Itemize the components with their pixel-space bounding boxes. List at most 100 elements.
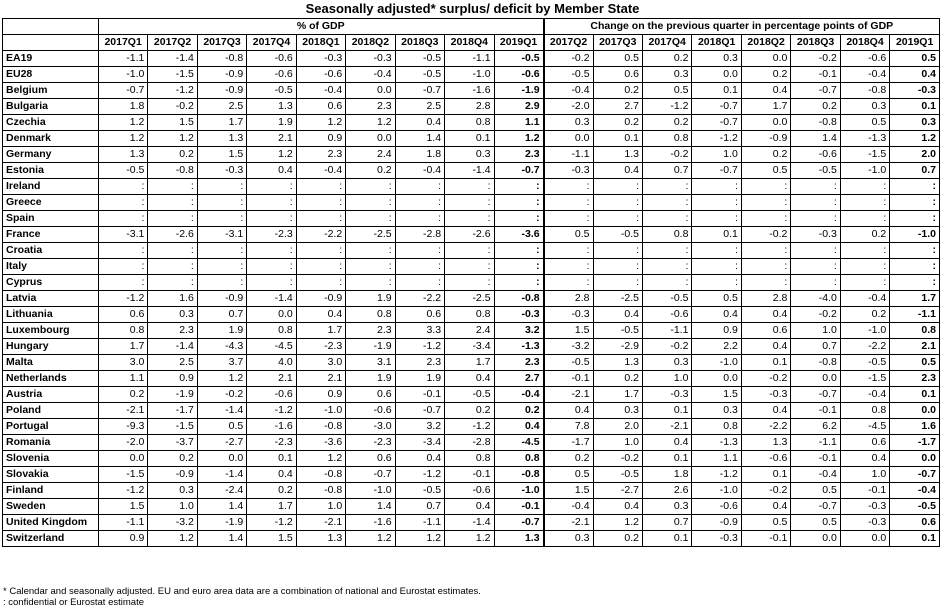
change-cell: 0.5 xyxy=(790,514,841,531)
value-cell: -1.1 xyxy=(97,514,149,531)
change-cell: 0.5 xyxy=(592,50,643,67)
value-cell: -0.8 xyxy=(295,482,347,499)
change-cell: -0.1 xyxy=(790,450,841,467)
value-cell: 0.0 xyxy=(345,82,396,99)
change-cell: 0.3 xyxy=(641,66,693,83)
change-cell: -0.3 xyxy=(839,514,891,531)
change-cell: 0.3 xyxy=(691,50,742,67)
change-cell: 1.7 xyxy=(740,98,792,115)
value-cell: : xyxy=(196,194,248,211)
change-cell: -0.4 xyxy=(839,66,891,83)
value-cell: : xyxy=(295,258,347,275)
change-cell: 0.4 xyxy=(740,338,792,355)
change-cell: : xyxy=(641,210,693,227)
value-cell: : xyxy=(394,258,446,275)
footnote: : confidential or Eurostat estimate xyxy=(3,597,144,608)
country-label: Hungary xyxy=(2,338,99,355)
change-cell: -0.9 xyxy=(691,514,742,531)
value-cell: 0.7 xyxy=(394,498,446,515)
value-cell: -1.2 xyxy=(444,418,495,435)
value-cell: : xyxy=(196,258,248,275)
change-cell: 2.0 xyxy=(592,418,643,435)
table-row: Switzerland 0.9 1.2 1.4 1.5 1.3 1.2 1.2 1.2 1.3 0.… xyxy=(2,530,940,547)
table-row: Romania -2.0 -3.7 -2.7 -2.3 -3.6 -2.3 -3.4 -2.8-… xyxy=(2,434,940,451)
change-cell: 0.7 xyxy=(889,162,940,179)
column-header: 2019Q1 xyxy=(889,34,940,51)
change-cell: 1.5 xyxy=(543,482,594,499)
value-cell: 1.8 xyxy=(394,146,446,163)
change-cell: 2.1 xyxy=(889,338,940,355)
value-cell: 0.3 xyxy=(147,482,198,499)
value-cell: 2.5 xyxy=(394,98,446,115)
value-cell: -1.9 xyxy=(493,82,545,99)
footnotes: * Calendar and seasonally adjusted. EU a… xyxy=(3,586,481,608)
value-cell: -3.4 xyxy=(394,434,446,451)
change-cell: 1.3 xyxy=(592,146,643,163)
value-cell: -0.4 xyxy=(345,66,396,83)
value-cell: 0.6 xyxy=(394,306,446,323)
change-cell: 0.3 xyxy=(641,498,693,515)
value-cell: 2.3 xyxy=(493,146,545,163)
value-cell: -0.3 xyxy=(493,306,545,323)
column-header: 2017Q2 xyxy=(147,34,198,51)
change-cell: 0.1 xyxy=(641,530,693,547)
change-cell: 1.4 xyxy=(790,130,841,147)
table-row: France -3.1 -2.6 -3.1 -2.3 -2.2 -2.5 -2.8 -2.6 -3… xyxy=(2,226,940,243)
value-cell: -1.6 xyxy=(444,82,495,99)
value-cell: 1.2 xyxy=(295,450,347,467)
value-cell: : xyxy=(493,194,545,211)
change-cell: 1.8 xyxy=(641,466,693,483)
value-cell: : xyxy=(97,242,149,259)
value-cell: -2.3 xyxy=(345,434,396,451)
table-row: Germany 1.3 0.2 1.5 1.2 2.3 2.4 1.8 0.3 2.3 -1.1 1.… xyxy=(2,146,940,163)
value-cell: -1.4 xyxy=(147,338,198,355)
value-cell: 1.7 xyxy=(295,322,347,339)
value-cell: 2.4 xyxy=(345,146,396,163)
change-cell: -0.2 xyxy=(592,450,643,467)
value-cell: -4.5 xyxy=(246,338,297,355)
country-label: Sweden xyxy=(2,498,99,515)
value-cell: : xyxy=(97,194,149,211)
value-cell: : xyxy=(493,242,545,259)
value-cell: 2.3 xyxy=(295,146,347,163)
table-row: Portugal -9.3 -1.5 0.5 -1.6 -0.8 -3.0 3.2 -1.2 0.… xyxy=(2,418,940,435)
value-cell: -1.2 xyxy=(246,514,297,531)
change-cell: 0.1 xyxy=(641,402,693,419)
change-cell: 0.0 xyxy=(889,402,940,419)
change-cell: : xyxy=(889,242,940,259)
change-cell: 2.8 xyxy=(543,290,594,307)
change-cell: 2.7 xyxy=(592,98,643,115)
change-cell: -0.5 xyxy=(790,162,841,179)
value-cell: -3.1 xyxy=(196,226,248,243)
value-cell: -1.4 xyxy=(444,162,495,179)
value-cell: 1.9 xyxy=(246,114,297,131)
value-cell: -1.0 xyxy=(97,66,149,83)
change-cell: 0.0 xyxy=(543,130,594,147)
value-cell: -0.7 xyxy=(493,162,545,179)
value-cell: 0.8 xyxy=(444,306,495,323)
column-header-row: 2017Q1 2017Q2 2017Q3 2017Q4 2018Q1 2018Q2 2018… xyxy=(2,34,940,51)
change-cell: 1.5 xyxy=(691,386,742,403)
change-cell: : xyxy=(740,194,792,211)
change-cell: : xyxy=(740,178,792,195)
value-cell: -1.9 xyxy=(196,514,248,531)
value-cell: : xyxy=(345,178,396,195)
change-cell: : xyxy=(889,274,940,291)
value-cell: -2.6 xyxy=(444,226,495,243)
value-cell: : xyxy=(147,242,198,259)
change-cell: -1.5 xyxy=(839,370,891,387)
change-cell: -1.0 xyxy=(691,354,742,371)
change-cell: -0.5 xyxy=(889,498,940,515)
value-cell: 1.2 xyxy=(493,130,545,147)
change-cell: : xyxy=(543,178,594,195)
change-cell: 0.4 xyxy=(740,306,792,323)
country-label: Poland xyxy=(2,402,99,419)
change-cell: -0.1 xyxy=(790,402,841,419)
change-cell: : xyxy=(790,242,841,259)
change-cell: 0.4 xyxy=(740,498,792,515)
value-cell: 1.4 xyxy=(394,130,446,147)
group-header-change: Change on the previous quarter in percen… xyxy=(543,18,940,35)
change-cell: 0.3 xyxy=(839,98,891,115)
country-label: United Kingdom xyxy=(2,514,99,531)
country-label: Spain xyxy=(2,210,99,227)
